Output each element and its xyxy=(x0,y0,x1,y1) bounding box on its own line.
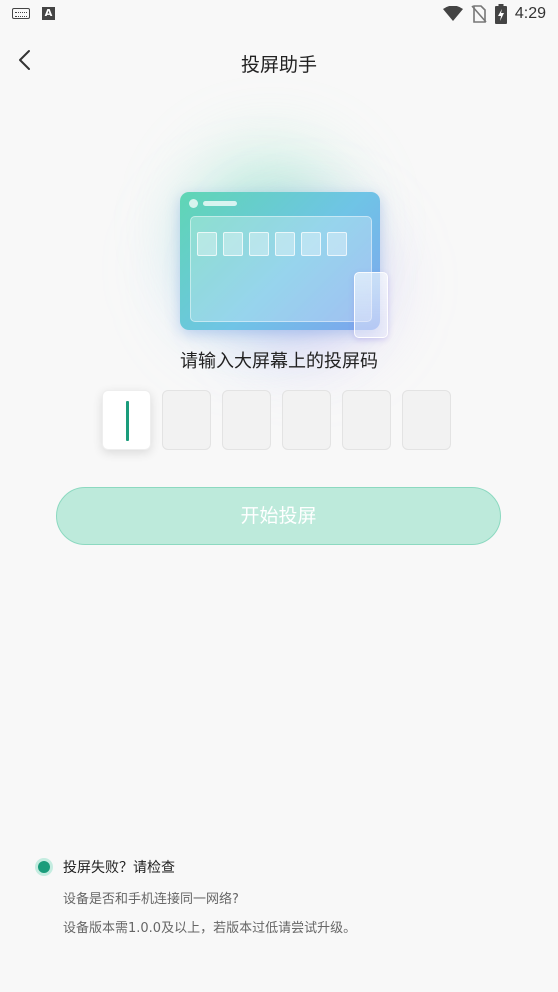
page-title: 投屏助手 xyxy=(240,54,317,76)
bullet-dot-icon xyxy=(38,861,50,873)
status-bar: A 4:29 xyxy=(0,0,558,30)
wifi-icon xyxy=(442,6,463,21)
tile xyxy=(275,232,295,256)
code-box-3[interactable] xyxy=(222,390,271,450)
monitor-tiles xyxy=(197,232,347,256)
code-box-1[interactable] xyxy=(102,390,151,450)
status-time: 4:29 xyxy=(514,5,546,22)
cast-code-input[interactable] xyxy=(102,390,451,450)
code-box-2[interactable] xyxy=(162,390,211,450)
screen-cast-illustration xyxy=(130,128,430,378)
tips-line-version: 设备版本需1.0.0及以上，若版本过低请尝试升级。 xyxy=(63,921,357,936)
app-header: 投屏助手 xyxy=(0,38,558,84)
tile xyxy=(197,232,217,256)
phone-icon xyxy=(354,272,388,338)
code-box-5[interactable] xyxy=(342,390,391,450)
tips-line-network: 设备是否和手机连接同一网络? xyxy=(63,892,239,907)
tile xyxy=(301,232,321,256)
start-cast-button[interactable]: 开始投屏 xyxy=(56,487,501,545)
monitor-dot xyxy=(189,199,198,208)
no-sim-icon xyxy=(471,5,487,23)
tile xyxy=(223,232,243,256)
monitor-bar xyxy=(203,201,237,206)
monitor-icon xyxy=(180,192,380,330)
tile xyxy=(249,232,269,256)
a-badge-icon: A xyxy=(42,7,55,20)
text-cursor xyxy=(126,401,129,441)
battery-charging-icon xyxy=(494,4,507,24)
tile xyxy=(327,232,347,256)
code-prompt: 请输入大屏幕上的投屏码 xyxy=(180,351,378,372)
tips-title: 投屏失败？请检查 xyxy=(63,860,175,876)
code-box-4[interactable] xyxy=(282,390,331,450)
code-box-6[interactable] xyxy=(402,390,451,450)
keyboard-icon xyxy=(12,8,30,19)
